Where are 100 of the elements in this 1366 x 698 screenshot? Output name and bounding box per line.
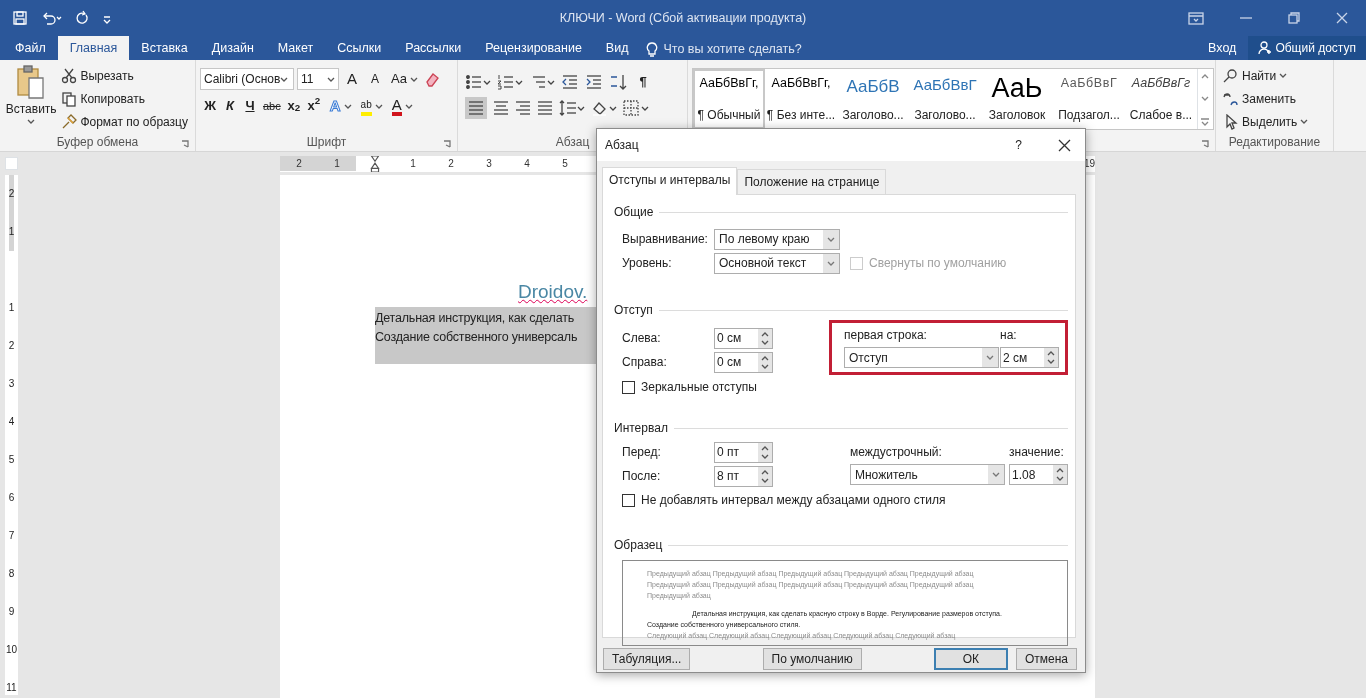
dropdown[interactable]: Множитель	[850, 464, 1005, 485]
field-label: Справа:	[622, 354, 668, 371]
font-color-button[interactable]: A	[388, 94, 416, 118]
change-case-button[interactable]: Aa	[388, 67, 421, 91]
ruler-number: 1	[409, 157, 417, 171]
brush-icon	[61, 113, 78, 130]
paste-button[interactable]: Вставить	[4, 64, 59, 133]
justify-icon[interactable]	[537, 100, 553, 116]
shading-icon[interactable]	[591, 100, 617, 116]
find-button[interactable]: Найти	[1220, 64, 1329, 87]
ribbon-tab[interactable]: Макет	[265, 36, 326, 60]
ribbon-tab[interactable]: Рецензирование	[473, 36, 594, 60]
style-item[interactable]: АаБбВ Заголово...	[837, 69, 909, 129]
format-button[interactable]: x$^{2}$	[303, 94, 324, 118]
format-button[interactable]: К	[220, 94, 240, 118]
highlight-button[interactable]: ab	[357, 94, 386, 118]
ruler-number: 10	[5, 643, 18, 657]
clipboard-button[interactable]: Вырезать	[58, 64, 191, 87]
font-name-dropdown[interactable]: Calibri (Основ	[200, 68, 294, 90]
ribbon-tab[interactable]: Файл	[3, 36, 58, 60]
ruler-number: 1	[8, 213, 15, 251]
dialog-button[interactable]: Отмена	[1015, 648, 1077, 670]
dropdown[interactable]: По левому краю	[714, 228, 840, 250]
sort-icon[interactable]	[609, 74, 627, 90]
borders-icon[interactable]	[623, 100, 649, 116]
select-button[interactable]: Выделить	[1220, 110, 1329, 133]
save-icon[interactable]	[12, 10, 28, 26]
close-icon[interactable]	[1058, 138, 1071, 152]
ruler-number: 2	[8, 175, 15, 213]
align-right-icon[interactable]	[515, 100, 531, 116]
ribbon-tab[interactable]: Вставка	[129, 36, 200, 60]
share-button[interactable]: Общий доступ	[1248, 36, 1366, 60]
dialog-button[interactable]: Табуляция...	[603, 648, 691, 670]
checkbox[interactable]	[622, 493, 635, 507]
grow-font-button[interactable]: A	[342, 67, 362, 91]
document-heading: Droidov.	[518, 280, 588, 304]
ribbon-tab[interactable]: Дизайн	[199, 36, 266, 60]
dialog-button[interactable]: По умолчанию	[762, 648, 862, 670]
ribbon-tab[interactable]: Ссылки	[325, 36, 394, 60]
field-label: на:	[1000, 327, 1018, 344]
line-spacing-icon[interactable]	[559, 100, 585, 116]
increase-indent-icon[interactable]	[585, 74, 603, 90]
ribbon-display-icon[interactable]	[1188, 11, 1204, 25]
dropdown[interactable]: Отступ	[844, 347, 999, 368]
checkbox[interactable]	[622, 380, 635, 394]
decrease-indent-icon[interactable]	[561, 74, 579, 90]
chevron-icon	[982, 348, 998, 367]
ruler-number: 3	[8, 377, 15, 391]
ribbon-tab[interactable]: Главная	[57, 36, 130, 60]
ruler-number: 6	[8, 491, 15, 505]
group-label: Абзац	[555, 134, 590, 151]
person-icon	[1258, 41, 1273, 55]
dialog-button[interactable]: ОК	[933, 648, 1008, 670]
numbering-icon[interactable]	[497, 74, 523, 90]
caret-icon	[374, 102, 383, 110]
ruler-number: 2	[280, 156, 318, 171]
format-button[interactable]: abc	[260, 94, 284, 118]
section-title: Интервал	[614, 420, 668, 437]
spin-field[interactable]: 1.08	[1009, 464, 1068, 485]
show-marks-button[interactable]: ¶	[633, 70, 653, 94]
font-size-dropdown[interactable]: 11	[297, 68, 339, 90]
spin-field[interactable]: 0 пт	[714, 441, 773, 463]
group-label: Редактирование	[1228, 134, 1321, 151]
style-item[interactable]: АаЬ Заголовок	[981, 69, 1053, 129]
style-item[interactable]: АаБбВвГг, ¶ Без инте...	[765, 69, 837, 129]
copy-icon	[61, 90, 78, 107]
format-button[interactable]: Ж	[200, 94, 220, 118]
bullets-icon[interactable]	[465, 74, 491, 90]
dialog-tab[interactable]: Положение на странице	[737, 169, 887, 194]
ribbon-tab[interactable]: Вид	[593, 36, 641, 60]
sign-in-link[interactable]: Вход	[1196, 36, 1249, 60]
spin-field[interactable]: 0 см	[714, 327, 773, 349]
ribbon-tab[interactable]: Рассылки	[393, 36, 474, 60]
cursor-icon	[1223, 113, 1239, 130]
field-label: междустрочный:	[850, 444, 942, 461]
align-center-icon[interactable]	[493, 100, 509, 116]
redo-icon[interactable]	[74, 10, 90, 26]
shrink-font-button[interactable]: A	[365, 67, 385, 91]
clipboard-button[interactable]: Копировать	[58, 87, 191, 110]
lightbulb-icon	[646, 41, 659, 58]
spin-field[interactable]: 2 см	[1000, 347, 1059, 368]
dialog-launcher-icon[interactable]	[181, 140, 189, 148]
dialog-launcher-icon[interactable]	[443, 140, 451, 148]
dialog-launcher-icon[interactable]	[1201, 140, 1209, 148]
spin-field[interactable]: 0 см	[714, 351, 773, 373]
search-field[interactable]: Что вы хотите сделать?	[661, 39, 822, 60]
dialog-tab[interactable]: Отступы и интервалы	[602, 167, 738, 195]
format-button[interactable]: Ч	[240, 94, 260, 118]
align-left-icon[interactable]	[465, 97, 487, 119]
style-item[interactable]: АаБбВвГ Подзагол...	[1053, 69, 1125, 129]
clipboard-button[interactable]: Формат по образцу	[58, 110, 191, 133]
format-button[interactable]: x$_{2}$	[283, 94, 304, 118]
help-button[interactable]: ?	[1015, 136, 1022, 154]
style-item[interactable]: АаБбВвГ Заголово...	[909, 69, 981, 129]
dropdown[interactable]: Основной текст	[714, 252, 840, 274]
spin-field[interactable]: 8 пт	[714, 465, 773, 487]
style-item[interactable]: АаБбВвГг Слабое в...	[1125, 69, 1197, 129]
spin-arrows-icon	[1053, 465, 1067, 484]
restore-icon[interactable]	[1288, 12, 1300, 24]
replace-button[interactable]: Заменить	[1220, 87, 1329, 110]
